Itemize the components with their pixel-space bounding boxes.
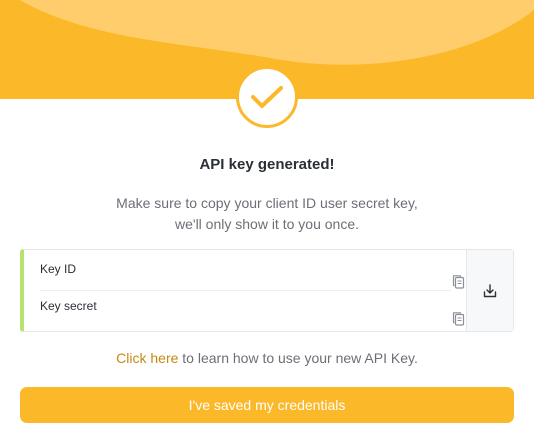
- api-key-dialog: API key generated! Make sure to copy you…: [0, 0, 534, 440]
- download-icon: [483, 283, 497, 297]
- subtitle-line-2: we'll only show it to you once.: [175, 216, 359, 232]
- help-text: Click here to learn how to use your new …: [0, 350, 534, 366]
- check-icon: [251, 86, 283, 108]
- success-badge: [236, 66, 298, 128]
- key-id-label: Key ID: [40, 262, 77, 276]
- key-secret-row: Key secret: [40, 291, 465, 331]
- saved-credentials-button[interactable]: I've saved my credentials: [20, 387, 514, 423]
- dialog-subtitle: Make sure to copy your client ID user se…: [0, 193, 534, 235]
- copy-key-secret-button[interactable]: [451, 311, 467, 327]
- copy-icon: [452, 312, 465, 326]
- copy-icon: [452, 275, 465, 289]
- click-here-link[interactable]: Click here: [116, 350, 178, 366]
- key-secret-label: Key secret: [40, 299, 97, 313]
- copy-key-id-button[interactable]: [451, 274, 467, 290]
- credentials-rows: Key ID Key secret: [24, 250, 467, 331]
- help-text-rest: to learn how to use your new API Key.: [178, 350, 418, 366]
- subtitle-line-1: Make sure to copy your client ID user se…: [116, 195, 418, 211]
- download-credentials-button[interactable]: [466, 250, 513, 331]
- key-id-row: Key ID: [40, 250, 465, 291]
- credentials-card: Key ID Key secret: [20, 249, 514, 332]
- dialog-title: API key generated!: [199, 156, 335, 173]
